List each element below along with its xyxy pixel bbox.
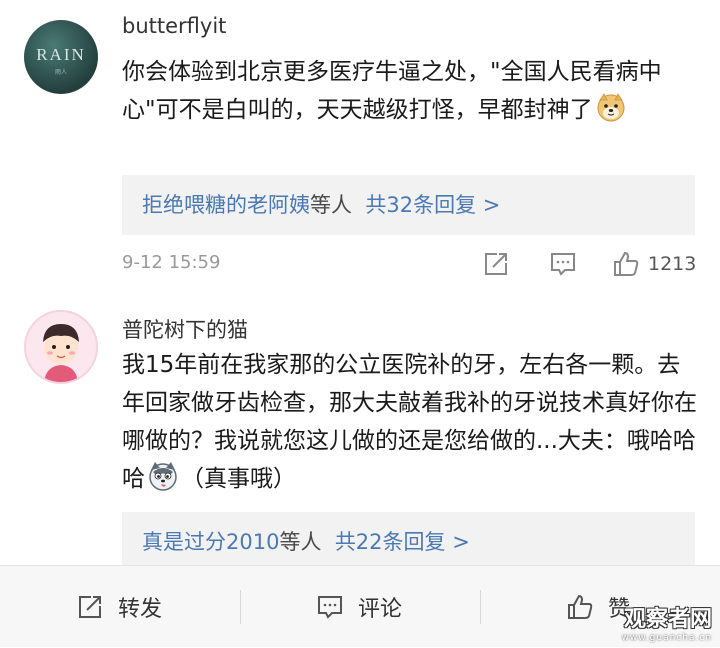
share-button[interactable]: 转发 xyxy=(76,566,162,648)
divider xyxy=(480,590,481,624)
share-icon xyxy=(485,253,507,275)
share-icon xyxy=(79,596,101,618)
like-action[interactable]: 1213 xyxy=(612,246,696,282)
reply-mid-text: 等人 xyxy=(279,530,322,554)
reply-summary[interactable]: 拒绝喂糖的老阿姨等人 共32条回复 > xyxy=(122,175,695,235)
comment-button[interactable]: 评论 xyxy=(316,566,402,648)
share-action[interactable] xyxy=(482,246,510,282)
like-count: 1213 xyxy=(648,253,697,275)
comment-icon xyxy=(551,253,575,276)
share-label: 转发 xyxy=(118,597,163,622)
like-button[interactable]: 赞 xyxy=(566,566,630,648)
comment-text-body: 你会体验到北京更多医疗牛逼之处，"全国人民看病中心"可不是白叫的，天天越级打怪，… xyxy=(122,59,662,123)
comment-item: RAIN 雨人 butterflyit 你会体验到北京更多医疗牛逼之处，"全国人… xyxy=(0,0,720,300)
watermark-sub: www.guancha.cn xyxy=(621,633,712,643)
avatar-text: RAIN xyxy=(36,45,86,64)
thumbs-up-icon xyxy=(614,251,639,276)
reply-user-link[interactable]: 拒绝喂糖的老阿姨 xyxy=(142,193,310,217)
comment-text-tail: （真事哦） xyxy=(181,466,296,492)
reply-count-link[interactable]: 共32条回复 > xyxy=(365,193,500,217)
avatar[interactable] xyxy=(24,310,98,384)
comment-action[interactable] xyxy=(549,246,577,282)
timestamp: 9-12 15:59 xyxy=(122,252,221,273)
reply-summary[interactable]: 真是过分2010等人 共22条回复 > xyxy=(122,512,695,572)
comment-text: 我15年前在我家那的公立医院补的牙，左右各一颗。去年回家做牙齿检查，那大夫敲着我… xyxy=(122,346,702,498)
bottom-action-bar: 转发 评论 赞 观察者网 www.guancha.cn xyxy=(0,565,720,647)
thumbs-up-icon xyxy=(568,594,593,619)
comment-item: 普陀树下的猫 我15年前在我家那的公立医院补的牙，左右各一颗。去年回家做牙齿检查… xyxy=(0,300,720,572)
reply-count-link[interactable]: 共22条回复 > xyxy=(335,530,470,554)
doge-emoji-icon xyxy=(597,93,625,122)
comment-text: 你会体验到北京更多医疗牛逼之处，"全国人民看病中心"可不是白叫的，天天越级打怪，… xyxy=(122,53,702,129)
avatar[interactable]: RAIN 雨人 xyxy=(24,20,98,94)
husky-emoji-icon xyxy=(149,462,177,491)
username[interactable]: 普陀树下的猫 xyxy=(122,314,248,344)
divider xyxy=(240,590,241,624)
username[interactable]: butterflyit xyxy=(122,14,226,38)
avatar-subtext: 雨人 xyxy=(54,69,67,76)
comment-label: 评论 xyxy=(358,597,403,622)
watermark: 观察者网 www.guancha.cn xyxy=(622,601,712,643)
cartoon-boy-avatar-icon xyxy=(43,324,79,382)
watermark-main: 观察者网 xyxy=(623,607,712,632)
comment-icon xyxy=(318,596,342,619)
reply-user-link[interactable]: 真是过分2010 xyxy=(142,530,279,554)
reply-mid-text: 等人 xyxy=(310,193,352,217)
